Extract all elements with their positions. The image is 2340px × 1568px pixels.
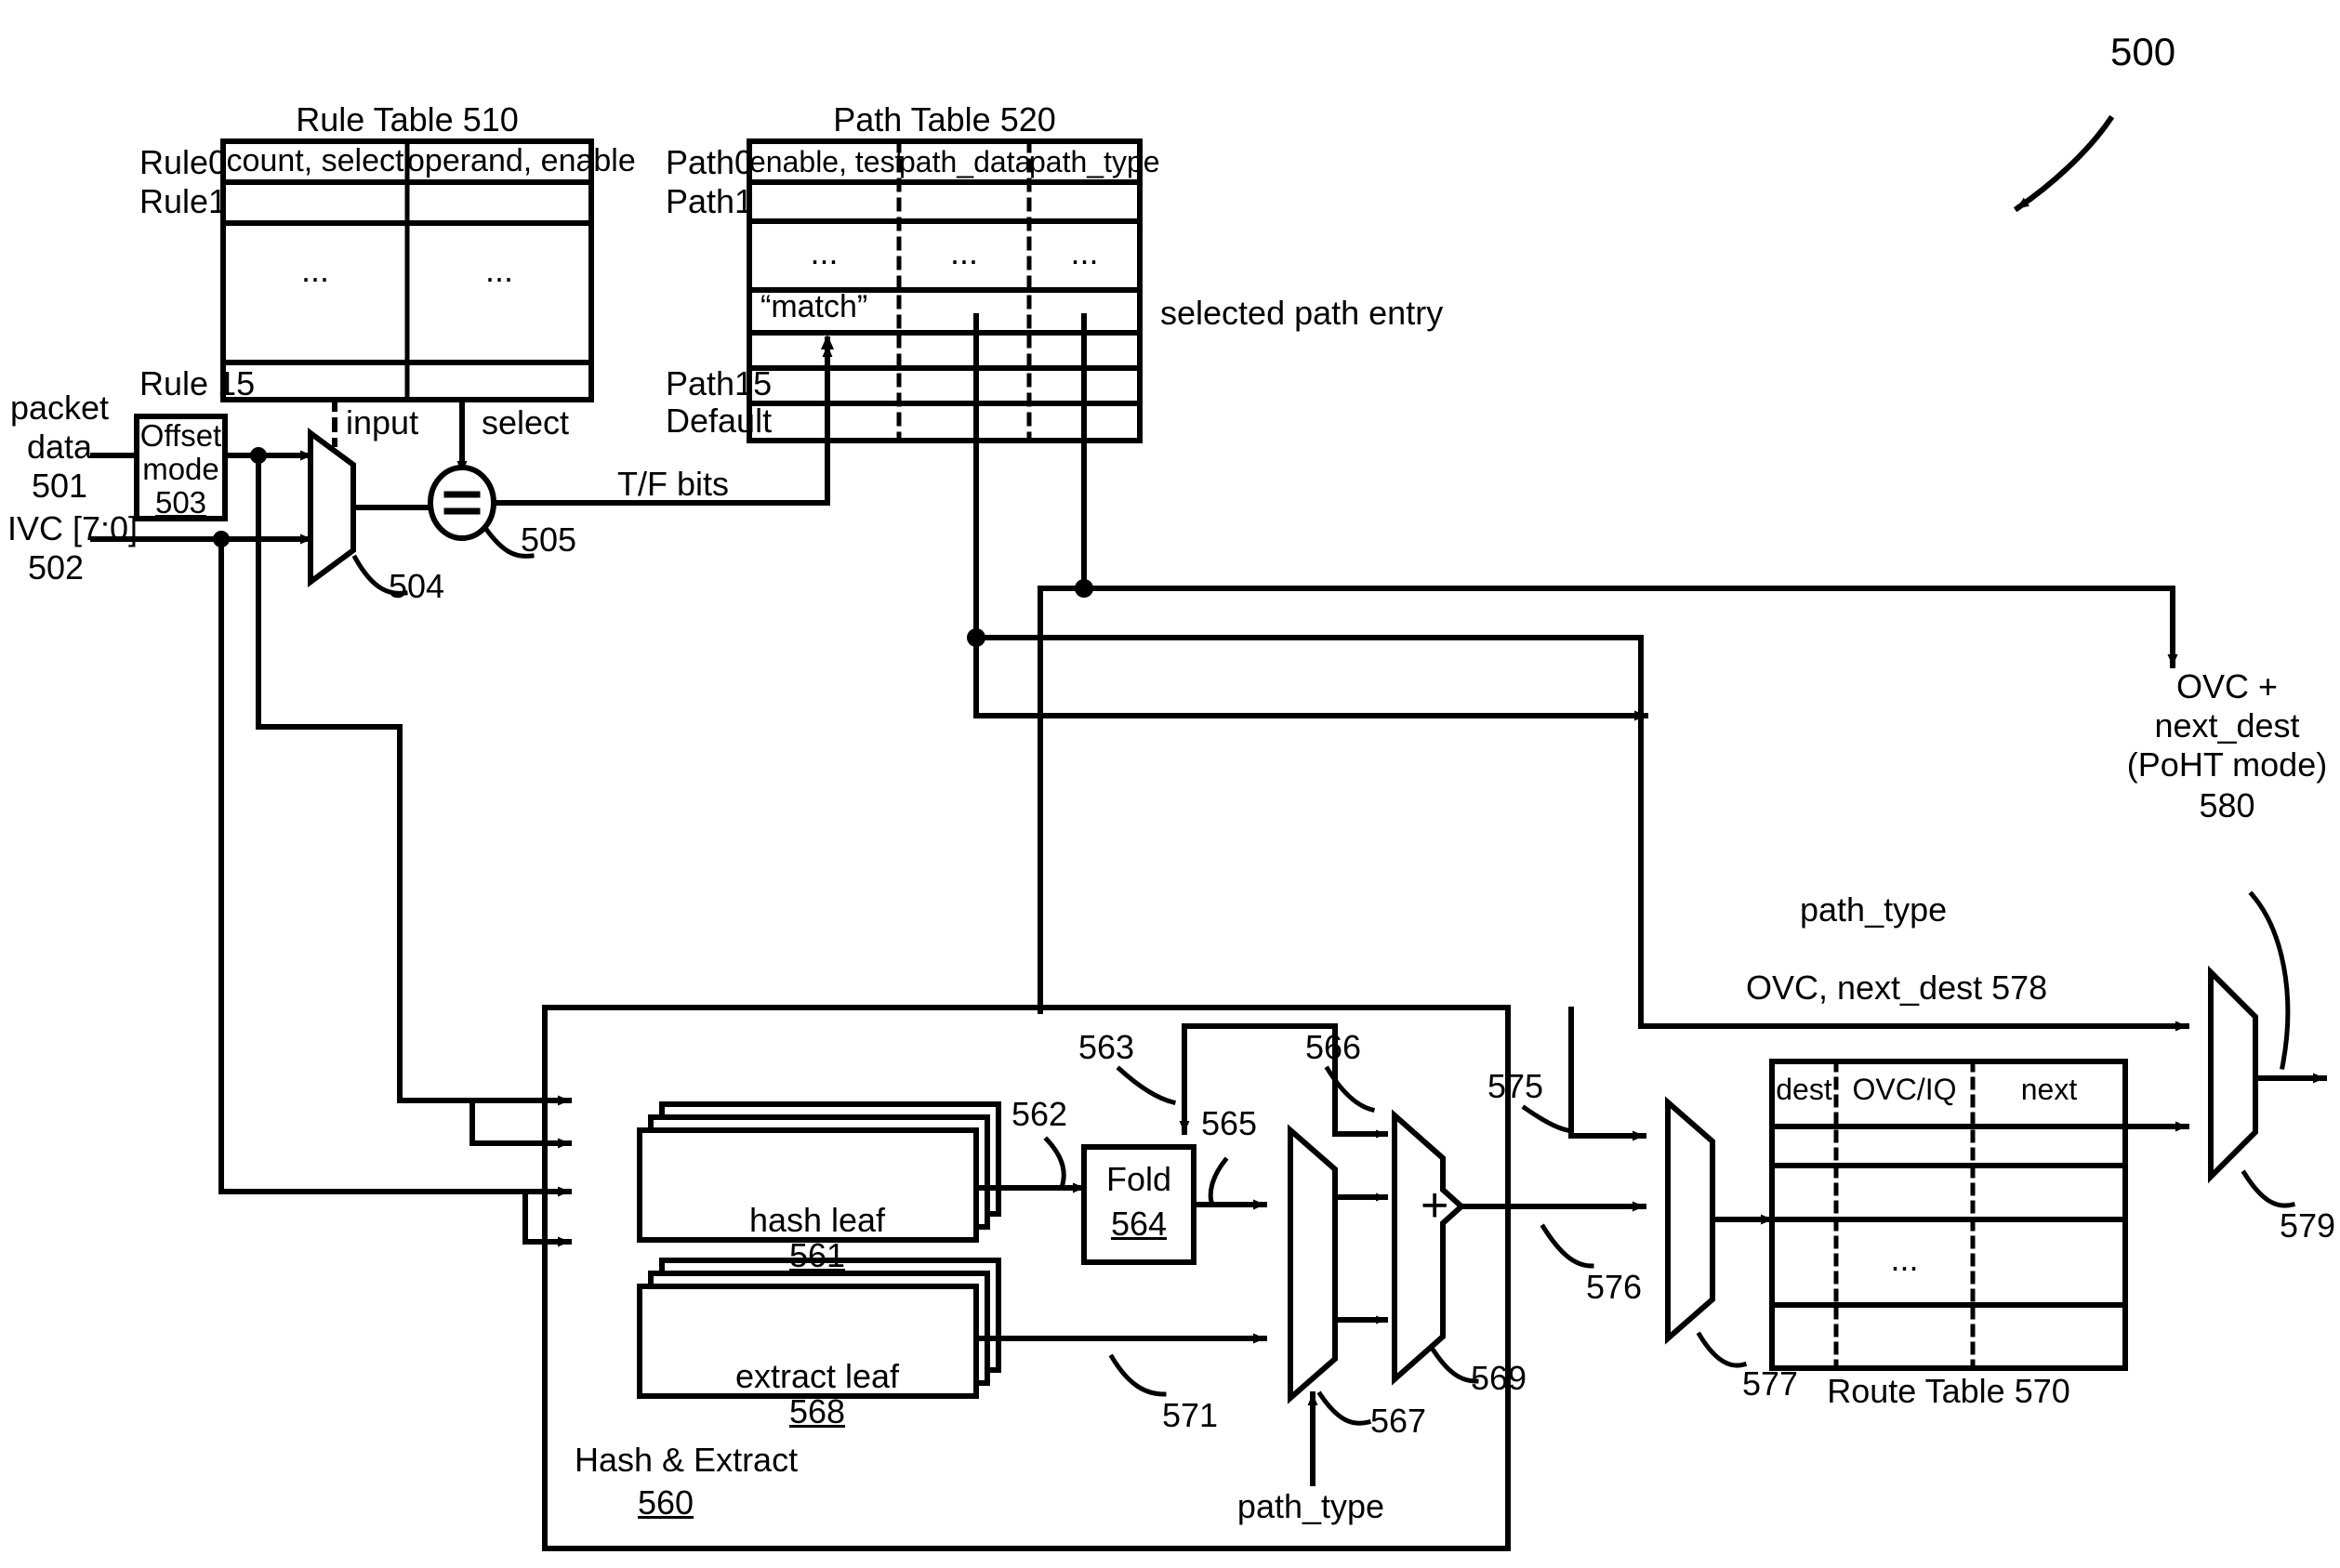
path-table-ellipsis-0: ... bbox=[810, 233, 839, 271]
hash-leaf-label: hash leaf 561 bbox=[640, 1167, 976, 1272]
adder-569-ref: 569 bbox=[1471, 1359, 1527, 1397]
extract-leaf-text: extract leaf bbox=[734, 1356, 900, 1395]
path-table-match-cell: “match” bbox=[760, 289, 868, 324]
rule-table-row-label-15: Rule 15 bbox=[139, 364, 256, 402]
comparator-505-ref: 505 bbox=[521, 520, 577, 559]
selected-path-entry-annotation: selected path entry bbox=[1160, 294, 1444, 332]
ovc-next-dest-578-label: OVC, next_dest 578 bbox=[1746, 968, 2048, 1007]
path-table-col-1: path_data bbox=[899, 145, 1032, 178]
offset-out-wire bbox=[222, 447, 572, 1106]
rule-select-label: select bbox=[482, 403, 570, 441]
patent-figure-500: 500 Rule Table 510 count, select operand… bbox=[0, 0, 2340, 1568]
figure-ref-arrow bbox=[2013, 114, 2115, 213]
path-table-output-wires bbox=[967, 313, 2178, 1014]
path-table-col-0: enable, test bbox=[749, 145, 904, 178]
rule-table-row-label-1: Rule1 bbox=[139, 182, 228, 220]
packet-data-label-line1: packet bbox=[9, 389, 110, 427]
ivc-wire bbox=[90, 531, 572, 1197]
extract-leaf-ref: 568 bbox=[788, 1391, 846, 1430]
route-table-col-1: OVC/IQ bbox=[1852, 1073, 1957, 1106]
mux-567-out-wires bbox=[1332, 1192, 1388, 1324]
bus-562-ref: 562 bbox=[1011, 1095, 1068, 1133]
path-table-row-label-default: Default bbox=[666, 402, 773, 440]
path-table-col-2: path_type bbox=[1029, 145, 1160, 178]
path-table-row-label-1: Path1 bbox=[666, 182, 754, 220]
ivc-ref: 502 bbox=[28, 548, 85, 586]
route-table-grid bbox=[1769, 1059, 2128, 1371]
mux-579 bbox=[2208, 965, 2296, 1208]
hash-extract-title: Hash & Extract bbox=[575, 1441, 799, 1479]
output-label-line3: (PoHT mode) bbox=[2126, 745, 2328, 784]
rule-table-col-1: operand, enable bbox=[407, 143, 636, 178]
path-type-bottom-label: path_type bbox=[1236, 1487, 1385, 1525]
mux-504-ref: 504 bbox=[389, 567, 445, 605]
hash-leaf-ref: 561 bbox=[788, 1235, 846, 1274]
bus-576-ref: 576 bbox=[1586, 1268, 1643, 1306]
adder-out-wire bbox=[1459, 1201, 1646, 1269]
bus-571-ref: 571 bbox=[1162, 1396, 1219, 1434]
hash-extract-ref: 560 bbox=[638, 1483, 694, 1522]
packet-data-label-line2: data bbox=[26, 428, 93, 466]
leaf-input-wires bbox=[469, 1098, 572, 1247]
output-580-wire bbox=[2248, 890, 2327, 1084]
diagram-canvas bbox=[90, 114, 2327, 1551]
path-table-ellipsis-1: ... bbox=[949, 233, 978, 271]
rule-table-row-label-0: Rule0 bbox=[139, 143, 228, 181]
output-label-line1: OVC + bbox=[2175, 667, 2279, 705]
path-table-row-label-15: Path15 bbox=[666, 364, 773, 402]
offset-mode-ref: 503 bbox=[154, 485, 207, 520]
extract-leaf-label: extract leaf 568 bbox=[640, 1324, 976, 1429]
route-table-col-0: dest bbox=[1776, 1073, 1832, 1106]
bus-571-wire bbox=[973, 1333, 1267, 1397]
rule-table-col-0: count, select bbox=[226, 143, 404, 178]
tf-bits-label: T/F bits bbox=[617, 465, 730, 503]
bus-563-ref: 563 bbox=[1078, 1028, 1135, 1066]
comparator-505 bbox=[428, 465, 535, 559]
fold-ref: 564 bbox=[1110, 1205, 1168, 1243]
path-type-top-label: path_type bbox=[1800, 890, 1948, 929]
output-label-line2: next_dest bbox=[2154, 706, 2300, 744]
packet-data-ref: 501 bbox=[31, 467, 88, 505]
mux-577 bbox=[1665, 1096, 1748, 1368]
path-table-ellipsis-2: ... bbox=[1070, 233, 1099, 271]
path-table-row-label-0: Path0 bbox=[666, 143, 754, 181]
ivc-label: IVC [7:0] bbox=[7, 509, 139, 547]
hash-leaf-text: hash leaf bbox=[748, 1200, 886, 1239]
offset-mode-line2: mode bbox=[142, 452, 219, 486]
bus-565-ref: 565 bbox=[1201, 1104, 1258, 1142]
fold-label: Fold bbox=[1105, 1160, 1172, 1198]
bus-565-wire bbox=[1191, 1156, 1267, 1210]
figure-number: 500 bbox=[2110, 30, 2176, 73]
bus-575-ref: 575 bbox=[1487, 1067, 1544, 1105]
route-table-ellipsis: ... bbox=[1890, 1240, 1919, 1278]
rule-table-title: Rule Table 510 bbox=[296, 100, 519, 138]
adder-plus-glyph: + bbox=[1421, 1179, 1449, 1232]
mux-567 bbox=[1288, 1124, 1372, 1486]
output-label-ref: 580 bbox=[2199, 786, 2255, 824]
mux-579-ref: 579 bbox=[2280, 1206, 2336, 1245]
rule-table-ellipsis-1: ... bbox=[484, 251, 513, 289]
mux-567-ref: 567 bbox=[1370, 1402, 1427, 1440]
rule-input-label: input bbox=[346, 403, 419, 441]
bus-566-ref: 566 bbox=[1305, 1028, 1362, 1066]
route-table-title: Route Table 570 bbox=[1827, 1372, 2070, 1410]
adder-569 bbox=[1392, 1109, 1479, 1386]
path-table-title: Path Table 520 bbox=[833, 100, 1056, 138]
route-table-col-2: next bbox=[2020, 1073, 2078, 1106]
offset-mode-line1: Offset bbox=[139, 418, 222, 453]
rule-table-ellipsis-0: ... bbox=[300, 251, 329, 289]
